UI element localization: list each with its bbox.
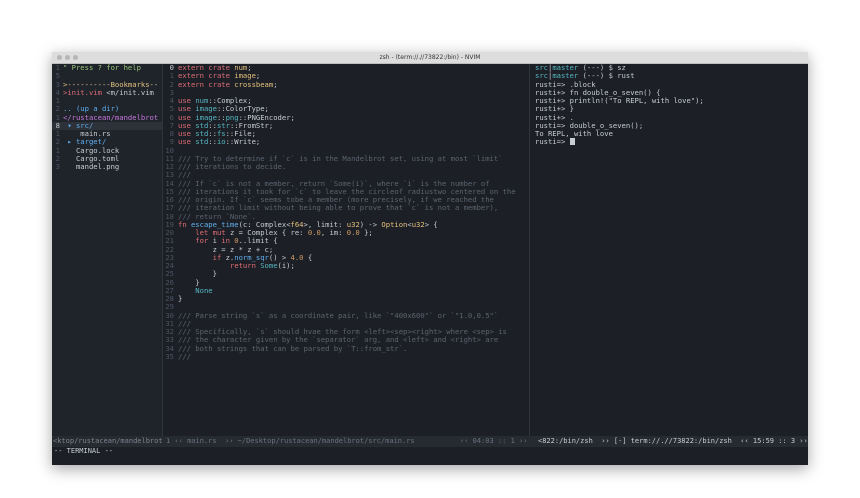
code-line[interactable]: 28} bbox=[164, 294, 528, 303]
code-line[interactable]: 12/// iterations to decide. bbox=[164, 162, 528, 171]
text-segment: io bbox=[216, 137, 226, 147]
text-segment: use bbox=[178, 137, 196, 147]
text-segment: >init.vim bbox=[63, 87, 107, 97]
text-segment: rusti=> bbox=[535, 137, 570, 147]
text-segment: }; bbox=[359, 228, 373, 237]
code-line[interactable]: 26 } bbox=[164, 278, 528, 287]
terminal-line[interactable]: To REPL, with love bbox=[535, 129, 808, 138]
text-segment: " Press ? for help bbox=[63, 64, 141, 72]
line-number: 3 bbox=[55, 162, 60, 171]
text-segment: u32 bbox=[411, 219, 425, 229]
title-bar: zsh - (term://.//73822:/bin) - NVIM bbox=[52, 52, 808, 64]
terminal-cursor bbox=[569, 138, 575, 146]
nvim-window: zsh - (term://.//73822:/bin) - NVIM 1 " P… bbox=[52, 52, 808, 465]
code-line[interactable]: 27 None bbox=[164, 285, 528, 295]
terminal-line[interactable]: rusti+> } bbox=[535, 105, 808, 113]
window-title: zsh - (term://.//73822:/bin) - NVIM bbox=[379, 54, 481, 61]
text-segment: Option bbox=[381, 219, 408, 229]
code-line[interactable]: 2 extern crate crossbeam; bbox=[164, 79, 528, 89]
text-segment: :: bbox=[208, 137, 217, 147]
text-segment: /// both strings that can be parsed by `… bbox=[178, 343, 408, 353]
text-segment: ::Write; bbox=[225, 137, 261, 147]
text-segment: 0.0 bbox=[346, 228, 360, 237]
text-segment: /// bbox=[178, 351, 191, 361]
code-line[interactable]: 35 /// bbox=[164, 351, 528, 361]
tree-row[interactable]: 1 " Press ? for help bbox=[52, 64, 162, 72]
code-line[interactable]: 24 return Some(i); bbox=[164, 261, 528, 270]
text-segment: > { bbox=[424, 219, 438, 229]
code-line[interactable]: 34/// both strings that can be parsed by… bbox=[164, 343, 528, 353]
text-segment: <m/init.vim bbox=[106, 87, 154, 97]
editor-status-position: ‹‹ 04:03 :: 1 ›› bbox=[460, 437, 528, 445]
editor-status-file: 1 ‹‹ main.rs ›› ~/Desktop/rustacean/mand… bbox=[166, 437, 415, 445]
text-segment: None bbox=[178, 285, 213, 295]
text-segment: mandel.png bbox=[63, 162, 120, 171]
text-segment: crossbeam bbox=[234, 79, 274, 89]
split-divider[interactable] bbox=[162, 64, 163, 436]
status-line: <ktop/rustacean/mandelbrot 1 ‹‹ main.rs … bbox=[52, 436, 808, 447]
zoom-window-button[interactable] bbox=[73, 55, 78, 60]
tree-row[interactable]: 3 mandel.png bbox=[52, 162, 162, 171]
terminal-line[interactable]: rusti+> println!("To REPL, with love"); bbox=[535, 96, 808, 105]
minimize-window-button[interactable] bbox=[65, 55, 70, 60]
tree-row[interactable]: 4 >init.vim <m/init.vim bbox=[52, 87, 162, 97]
code-line[interactable]: 30/// Parse string `s` as a coordinate p… bbox=[164, 310, 528, 320]
text-segment: /// iterations to decide. bbox=[178, 162, 287, 171]
tree-status-path: <ktop/rustacean/mandelbrot bbox=[53, 437, 163, 445]
code-line[interactable]: 9 use std::io::Write; bbox=[164, 137, 528, 147]
text-segment: ; bbox=[273, 79, 278, 89]
terminal-pane[interactable]: src|master (---) $ sz src|master (---) $ … bbox=[532, 64, 808, 436]
split-divider[interactable] bbox=[529, 64, 530, 436]
mode-indicator: -- TERMINAL -- bbox=[54, 447, 114, 455]
text-segment: 0.0 bbox=[307, 228, 321, 237]
text-segment: /// Parse string `s` as a coordinate pai… bbox=[178, 310, 499, 320]
text-segment: (i); bbox=[277, 261, 295, 270]
text-segment: std bbox=[195, 137, 209, 147]
text-segment: { bbox=[303, 252, 313, 262]
editor-pane[interactable]: 0 extern crate num; 1 extern crate image; 2 e… bbox=[164, 64, 528, 436]
window-controls bbox=[57, 55, 78, 60]
text-segment: Some bbox=[260, 261, 278, 270]
terminal-line[interactable]: rusti=> bbox=[535, 138, 808, 146]
line-number: 35 bbox=[165, 351, 174, 361]
terminal-status: <822:/bin/zsh ›› [-] term://.//73822:/bi… bbox=[538, 437, 808, 445]
command-line[interactable]: -- TERMINAL -- bbox=[52, 447, 808, 465]
text-segment: , im: bbox=[320, 228, 347, 237]
close-window-button[interactable] bbox=[57, 55, 62, 60]
text-segment: extern crate bbox=[178, 79, 235, 89]
code-line[interactable]: 25 } bbox=[164, 269, 528, 278]
nerdtree-pane[interactable]: 1 " Press ? for help 5 3 >----------Bookmar… bbox=[52, 64, 162, 436]
